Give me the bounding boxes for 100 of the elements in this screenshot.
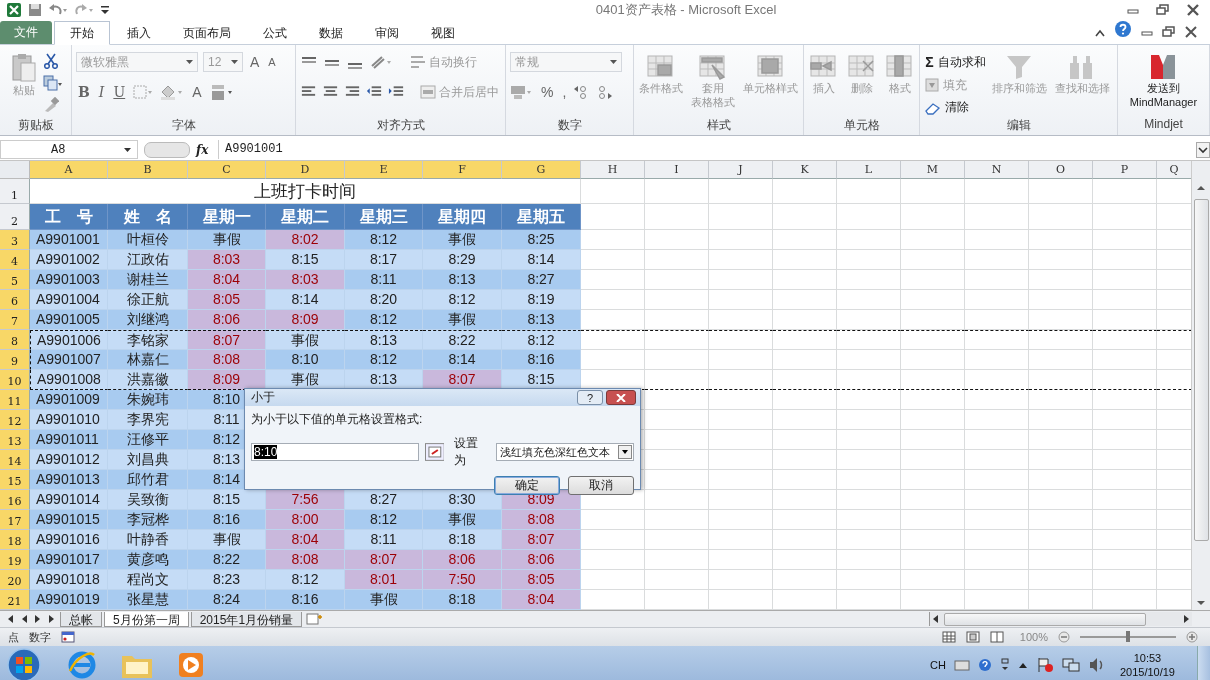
column-header[interactable]: Q bbox=[1157, 161, 1191, 179]
row-header[interactable]: 8 bbox=[0, 330, 30, 350]
percent-button[interactable]: % bbox=[539, 84, 556, 100]
row-header[interactable]: 3 bbox=[0, 230, 30, 250]
page-layout-icon[interactable] bbox=[965, 631, 980, 643]
row-header[interactable]: 18 bbox=[0, 530, 30, 550]
ribbon-tab[interactable]: 页面布局 bbox=[168, 22, 246, 44]
row-header[interactable]: 9 bbox=[0, 350, 30, 370]
restore-icon[interactable] bbox=[1156, 4, 1170, 16]
column-header[interactable]: L bbox=[837, 161, 901, 179]
save-icon[interactable] bbox=[28, 3, 42, 17]
undo-icon[interactable] bbox=[48, 3, 68, 17]
help-icon[interactable] bbox=[977, 657, 992, 672]
zoom-in-icon[interactable] bbox=[1186, 631, 1198, 643]
ribbon-tab[interactable]: 视图 bbox=[416, 22, 470, 44]
close-button[interactable] bbox=[606, 390, 636, 405]
row-header[interactable]: 20 bbox=[0, 570, 30, 590]
shrink-font-button[interactable]: A bbox=[266, 56, 278, 68]
network-icon[interactable] bbox=[1061, 656, 1080, 673]
sheet-tab[interactable]: 2015年1月份销量 bbox=[190, 611, 303, 627]
zoom-out-icon[interactable] bbox=[1058, 631, 1070, 643]
column-header[interactable]: M bbox=[901, 161, 965, 179]
row-header[interactable]: 6 bbox=[0, 290, 30, 310]
insert-function-button[interactable]: fx bbox=[196, 142, 212, 157]
comma-button[interactable]: , bbox=[560, 84, 569, 100]
value-field[interactable]: 8:10 bbox=[251, 443, 419, 461]
customize-caret-icon[interactable] bbox=[100, 4, 110, 16]
ribbon-tab[interactable]: 文件 bbox=[0, 21, 52, 44]
column-header[interactable]: K bbox=[773, 161, 837, 179]
align-icon[interactable] bbox=[344, 85, 361, 99]
column-header[interactable]: J bbox=[709, 161, 773, 179]
autosum-button[interactable]: Σ 自动求和 bbox=[925, 53, 986, 72]
new-sheet-icon[interactable] bbox=[304, 612, 325, 626]
column-header[interactable]: H bbox=[581, 161, 645, 179]
sheet-tab[interactable]: 总帐 bbox=[60, 611, 102, 627]
normal-view-icon[interactable] bbox=[941, 631, 956, 643]
row-header[interactable]: 12 bbox=[0, 410, 30, 430]
row-header[interactable]: 17 bbox=[0, 510, 30, 530]
row-header[interactable]: 5 bbox=[0, 270, 30, 290]
row-header[interactable]: 7 bbox=[0, 310, 30, 330]
ribbon-tab[interactable]: 审阅 bbox=[360, 22, 414, 44]
column-header[interactable]: A bbox=[30, 161, 108, 179]
column-header[interactable]: D bbox=[266, 161, 345, 179]
zoom-slider[interactable] bbox=[1126, 631, 1130, 642]
flag-icon[interactable] bbox=[1035, 656, 1054, 673]
copy-icon[interactable] bbox=[42, 75, 63, 91]
row-header[interactable]: 16 bbox=[0, 490, 30, 510]
row-header[interactable]: 14 bbox=[0, 450, 30, 470]
redo-icon[interactable] bbox=[74, 3, 94, 17]
help-button[interactable]: ? bbox=[577, 390, 603, 405]
cancel-button[interactable]: 取消 bbox=[568, 476, 634, 495]
close-icon[interactable] bbox=[1184, 26, 1198, 38]
increase-indent-icon[interactable] bbox=[388, 85, 405, 99]
vertical-scrollbar[interactable] bbox=[1191, 161, 1210, 610]
keyboard-icon[interactable] bbox=[953, 658, 970, 671]
clock[interactable]: 10:53 2015/10/19 bbox=[1119, 650, 1175, 679]
language-indicator[interactable]: CH bbox=[930, 658, 946, 671]
scroll-thumb[interactable] bbox=[944, 612, 1146, 626]
format-dropdown[interactable]: 浅红填充色深红色文本 bbox=[495, 443, 634, 461]
ribbon-tab[interactable]: 开始 bbox=[54, 21, 110, 45]
column-header[interactable]: N bbox=[965, 161, 1029, 179]
column-header[interactable]: G bbox=[502, 161, 581, 179]
sheet-tab[interactable]: 5月份第一周 bbox=[104, 611, 189, 627]
ribbon-tab[interactable]: 数据 bbox=[304, 22, 358, 44]
row-header[interactable]: 1 bbox=[0, 179, 30, 204]
column-header[interactable]: E bbox=[345, 161, 423, 179]
row-header[interactable]: 21 bbox=[0, 590, 30, 610]
restore-icon[interactable] bbox=[1162, 26, 1176, 38]
send-to-mindmanager-button[interactable]: 发送到 MindManager bbox=[1127, 51, 1200, 117]
column-header[interactable]: P bbox=[1093, 161, 1157, 179]
column-header[interactable]: I bbox=[645, 161, 709, 179]
expand-formula-icon[interactable] bbox=[1196, 141, 1210, 158]
row-header[interactable]: 2 bbox=[0, 204, 30, 230]
page-break-icon[interactable] bbox=[989, 631, 1004, 643]
italic-button[interactable]: I bbox=[96, 84, 107, 100]
align-icon[interactable] bbox=[300, 85, 317, 99]
row-header[interactable]: 10 bbox=[0, 370, 30, 390]
ribbon-tab[interactable]: 公式 bbox=[248, 22, 302, 44]
underline-button[interactable]: U bbox=[111, 84, 128, 100]
ok-button[interactable]: 确定 bbox=[494, 476, 560, 495]
collapse-dialog-icon[interactable] bbox=[424, 443, 445, 461]
row-header[interactable]: 13 bbox=[0, 430, 30, 450]
formula-field[interactable]: A9901001 bbox=[218, 140, 1190, 159]
horizontal-scrollbar[interactable] bbox=[929, 612, 1192, 626]
clear-button[interactable]: 清除 bbox=[925, 98, 970, 117]
scroll-thumb[interactable] bbox=[1193, 199, 1209, 541]
settings-icon[interactable] bbox=[999, 657, 1010, 672]
column-header[interactable]: O bbox=[1029, 161, 1093, 179]
row-header[interactable]: 19 bbox=[0, 550, 30, 570]
column-header[interactable]: C bbox=[188, 161, 266, 179]
collapse-ribbon-icon[interactable] bbox=[1094, 28, 1106, 38]
minimize-icon[interactable] bbox=[1140, 28, 1154, 38]
formula-bar-handle[interactable] bbox=[144, 141, 190, 158]
ribbon-tab[interactable]: 插入 bbox=[112, 22, 166, 44]
column-header[interactable]: B bbox=[108, 161, 188, 179]
font-color-button[interactable]: A bbox=[190, 84, 204, 100]
start-button[interactable] bbox=[4, 646, 44, 680]
decrease-indent-icon[interactable] bbox=[366, 85, 383, 99]
bold-button[interactable]: B bbox=[76, 84, 92, 100]
scissors-icon[interactable] bbox=[42, 53, 59, 69]
